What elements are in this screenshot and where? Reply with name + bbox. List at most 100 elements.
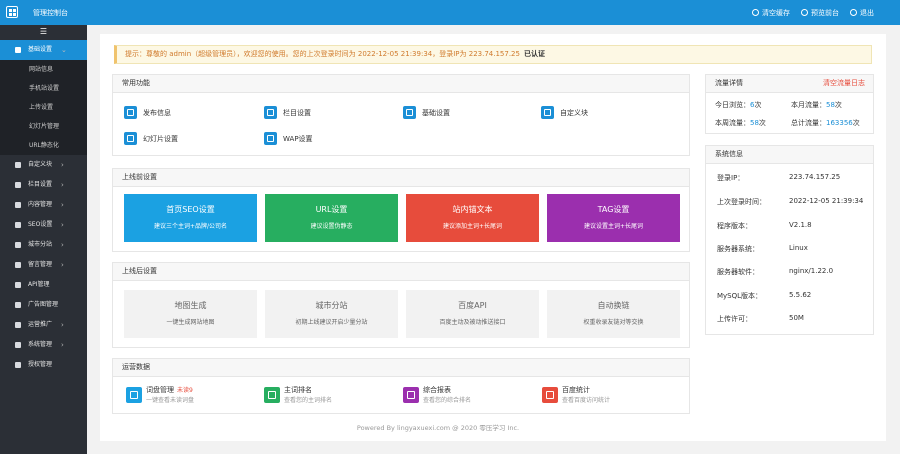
sidebar-item-promotion[interactable]: 运营推广 › xyxy=(0,315,87,335)
sys-label: 上次登录时间： xyxy=(717,198,766,206)
eye-icon xyxy=(801,9,808,16)
megaphone-icon xyxy=(15,322,21,328)
sys-value: 5.5.62 xyxy=(789,291,812,299)
keyword-ranking-link[interactable]: 主词排名 查看您的主词排名 xyxy=(264,385,332,409)
chevron-down-icon: ⌄ xyxy=(61,46,67,54)
publish-info-link[interactable]: 发布信息 xyxy=(124,106,171,120)
monitor-icon xyxy=(15,342,21,348)
basic-settings-link[interactable]: 基础设置 xyxy=(403,106,450,120)
main-content: 提示：尊敬的 admin（超级管理员），欢迎您的使用。您的上次登录时间为 202… xyxy=(100,34,886,441)
sys-value: V2.1.8 xyxy=(789,221,812,229)
clear-traffic-log-link[interactable]: 清空流量日志 xyxy=(823,75,865,92)
sitemap-card[interactable]: 地图生成 一键生成网站地图 xyxy=(124,290,257,338)
sidebar-item-ads[interactable]: 广告图管理 xyxy=(0,295,87,315)
slides-settings-link[interactable]: 幻灯片设置 xyxy=(124,132,178,146)
url-settings-card[interactable]: URL设置 建议设置伪静态 xyxy=(265,194,398,242)
share-icon xyxy=(124,106,137,119)
chevron-right-icon: › xyxy=(61,161,64,169)
chevron-right-icon: › xyxy=(61,261,64,269)
baidu-api-card[interactable]: 百度API 百度主动及被动推送接口 xyxy=(406,290,539,338)
clear-cache-button[interactable]: 清空缓存 xyxy=(752,8,790,18)
week-traffic: 本周流量：58次 xyxy=(715,119,766,127)
sidebar-toggle-icon[interactable]: ☰ xyxy=(0,25,87,40)
sidebar-item-seo[interactable]: SEO设置 › xyxy=(0,215,87,235)
pen-icon xyxy=(541,106,554,119)
sys-label: 上传许可： xyxy=(717,315,752,323)
baidu-stats-link[interactable]: 百度统计 查看百度访问统计 xyxy=(542,385,610,409)
sidebar-item-system[interactable]: 系统管理 › xyxy=(0,335,87,355)
bar-chart-icon xyxy=(264,387,280,403)
sys-label: MySQL版本： xyxy=(717,292,763,300)
tag-icon xyxy=(15,162,21,168)
wap-settings-link[interactable]: WAP设置 xyxy=(264,132,313,146)
comment-icon xyxy=(15,262,21,268)
panel-title: 常用功能 xyxy=(113,75,689,93)
sidebar-item-basic-settings[interactable]: 基础设置 ⌄ xyxy=(0,40,87,60)
sidebar-item-custom-blocks[interactable]: 自定义块 › xyxy=(0,155,87,175)
sidebar-item-city-sites[interactable]: 城市分站 › xyxy=(0,235,87,255)
sys-label: 登录IP： xyxy=(717,174,745,182)
sidebar-subitem-upload[interactable]: 上传设置 xyxy=(0,98,87,117)
tag-settings-card[interactable]: TAG设置 建议设置主词+长尾词 xyxy=(547,194,680,242)
sidebar: ☰ 基础设置 ⌄ 网站信息 手机站设置 上传设置 幻灯片管理 URL静态化 自定… xyxy=(0,25,87,454)
sys-label: 服务器软件： xyxy=(717,268,759,276)
chevron-right-icon: › xyxy=(61,201,64,209)
sys-value: 2022-12-05 21:39:34 xyxy=(789,197,864,205)
gear-icon xyxy=(264,132,277,145)
panel-title: 流量详情 清空流量日志 xyxy=(706,75,873,93)
grid-icon xyxy=(15,182,21,188)
dashboard-logo-icon[interactable] xyxy=(6,6,18,18)
city-sites-card[interactable]: 城市分站 初期上线建议开启少量分站 xyxy=(265,290,398,338)
preview-frontend-button[interactable]: 预览前台 xyxy=(801,8,839,18)
panel-title: 上线后设置 xyxy=(113,263,689,281)
sys-value: 50M xyxy=(789,314,804,322)
chart-icon xyxy=(15,222,21,228)
list-icon xyxy=(264,106,277,119)
column-settings-link[interactable]: 栏目设置 xyxy=(264,106,311,120)
upload-icon xyxy=(124,132,137,145)
gear-icon xyxy=(15,47,21,53)
image-icon xyxy=(15,302,21,308)
chevron-right-icon: › xyxy=(61,181,64,189)
homepage-seo-card[interactable]: 首页SEO设置 建议三个主词+品牌/公司名 xyxy=(124,194,257,242)
auto-link-exchange-card[interactable]: 自动换链 权重收录友链对等交换 xyxy=(547,290,680,338)
key-icon xyxy=(15,282,21,288)
sidebar-item-columns[interactable]: 栏目设置 › xyxy=(0,175,87,195)
document-icon xyxy=(542,387,558,403)
sidebar-subitem-mobile-site[interactable]: 手机站设置 xyxy=(0,79,87,98)
globe-icon xyxy=(15,242,21,248)
anchor-text-card[interactable]: 站内锚文本 建议添加主词+长尾词 xyxy=(406,194,539,242)
panel-title: 运营数据 xyxy=(113,359,689,377)
sys-value: 223.74.157.25 xyxy=(789,173,841,181)
login-notice: 提示：尊敬的 admin（超级管理员），欢迎您的使用。您的上次登录时间为 202… xyxy=(114,45,872,64)
logout-button[interactable]: 退出 xyxy=(850,8,874,18)
edit-icon xyxy=(15,202,21,208)
app-title: 管理控制台 xyxy=(33,9,68,17)
sys-label: 程序版本： xyxy=(717,222,752,230)
sidebar-subitem-site-info[interactable]: 网站信息 xyxy=(0,60,87,79)
sidebar-subitem-url-static[interactable]: URL静态化 xyxy=(0,136,87,155)
top-bar: 管理控制台 清空缓存 预览前台 退出 xyxy=(0,0,900,25)
keyword-disk-link[interactable]: 词盘管理 未读9 一键查看未读词盘 xyxy=(126,385,194,409)
sidebar-item-license[interactable]: 授权管理 xyxy=(0,355,87,375)
link-icon xyxy=(403,387,419,403)
chevron-right-icon: › xyxy=(61,241,64,249)
sys-label: 服务器系统： xyxy=(717,245,759,253)
power-icon xyxy=(850,9,857,16)
inbox-icon xyxy=(126,387,142,403)
sidebar-item-messages[interactable]: 留言管理 › xyxy=(0,255,87,275)
total-traffic: 总计流量：163356次 xyxy=(791,119,860,127)
panel-title: 上线前设置 xyxy=(113,169,689,187)
sidebar-subitem-slides[interactable]: 幻灯片管理 xyxy=(0,117,87,136)
sidebar-item-api[interactable]: API管理 xyxy=(0,275,87,295)
sys-value: Linux xyxy=(789,244,808,252)
verified-badge: 已认证 xyxy=(523,50,545,58)
sidebar-item-content[interactable]: 内容管理 › xyxy=(0,195,87,215)
custom-blocks-link[interactable]: 自定义块 xyxy=(541,106,588,120)
overall-report-link[interactable]: 综合报表 查看您的综合排名 xyxy=(403,385,471,409)
chevron-right-icon: › xyxy=(61,321,64,329)
refresh-icon xyxy=(752,9,759,16)
chevron-right-icon: › xyxy=(61,221,64,229)
cloud-icon xyxy=(15,362,21,368)
month-traffic: 本月流量：58次 xyxy=(791,101,842,109)
